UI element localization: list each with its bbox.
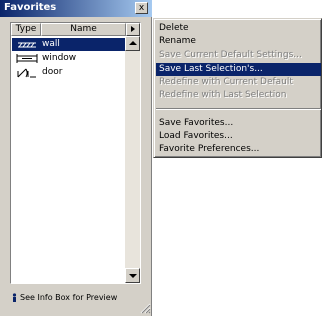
close-button[interactable]: x: [135, 2, 148, 14]
list-header: Type Name: [11, 23, 126, 36]
vertical-scrollbar[interactable]: [125, 36, 140, 283]
favorites-context-menu: Delete Rename Save Current Default Setti…: [153, 18, 322, 158]
window-title: Favorites: [4, 2, 57, 13]
preview-hint[interactable]: See Info Box for Preview: [11, 292, 117, 304]
menu-item-rename[interactable]: Rename: [156, 35, 321, 48]
preview-hint-label: See Info Box for Preview: [20, 293, 118, 302]
options-menu-button[interactable]: [126, 23, 140, 36]
favorites-palette: Favorites x Type Name wall window door S…: [0, 0, 152, 316]
list-item-label: wall: [42, 39, 60, 49]
info-icon: [12, 293, 17, 302]
arrow-up-icon: [129, 41, 137, 45]
window-icon: [16, 54, 38, 63]
menu-item-save-last-selection[interactable]: Save Last Selection's...: [156, 63, 321, 76]
list-item-wall[interactable]: wall: [12, 38, 125, 51]
door-icon: [17, 68, 36, 78]
resize-grip-icon[interactable]: [139, 302, 151, 314]
menu-item-load-favorites[interactable]: Load Favorites...: [156, 130, 321, 143]
menu-separator: [156, 108, 321, 110]
menu-item-save-favorites[interactable]: Save Favorites...: [156, 117, 321, 130]
wall-icon: [18, 42, 36, 48]
title-bar[interactable]: Favorites x: [0, 0, 152, 17]
menu-item-redefine-last-selection[interactable]: Redefine with Last Selection: [156, 89, 321, 102]
column-header-name[interactable]: Name: [41, 23, 126, 36]
list-item-label: door: [42, 67, 63, 77]
menu-item-delete[interactable]: Delete: [156, 22, 321, 35]
menu-item-redefine-current-default[interactable]: Redefine with Current Default: [156, 76, 321, 89]
arrow-down-icon: [129, 274, 137, 278]
close-icon: x: [138, 3, 145, 13]
menu-item-favorite-preferences[interactable]: Favorite Preferences...: [156, 143, 321, 156]
scroll-down-button[interactable]: [125, 268, 140, 283]
triangle-right-icon: [131, 26, 135, 32]
column-header-type[interactable]: Type: [11, 23, 41, 36]
list-item-door[interactable]: door: [12, 66, 125, 79]
favorites-list[interactable]: Type Name wall window door: [10, 22, 141, 284]
list-item-label: window: [42, 53, 77, 63]
menu-item-save-current-default[interactable]: Save Current Default Settings...: [156, 49, 321, 62]
scroll-up-button[interactable]: [125, 36, 140, 51]
list-item-window[interactable]: window: [12, 52, 125, 65]
